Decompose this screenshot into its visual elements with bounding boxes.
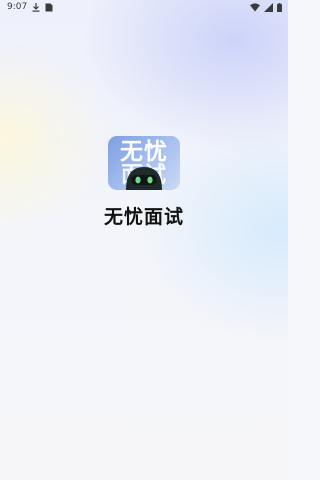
status-time: 9:07 bbox=[7, 2, 28, 12]
splash-content: 无忧 面试 无忧面试 bbox=[0, 136, 288, 229]
sim-card-icon bbox=[45, 3, 53, 12]
cellular-signal-icon bbox=[264, 2, 273, 12]
splash-background bbox=[0, 0, 288, 480]
app-logo: 无忧 面试 bbox=[108, 136, 180, 190]
download-icon bbox=[32, 2, 40, 12]
status-bar-right bbox=[250, 2, 282, 12]
battery-icon bbox=[277, 2, 282, 12]
status-bar-left: 9:07 bbox=[7, 2, 53, 12]
status-bar: 9:07 bbox=[0, 0, 288, 14]
app-name: 无忧面试 bbox=[103, 206, 184, 228]
wifi-icon bbox=[250, 2, 260, 12]
robot-mascot-icon bbox=[126, 167, 162, 190]
